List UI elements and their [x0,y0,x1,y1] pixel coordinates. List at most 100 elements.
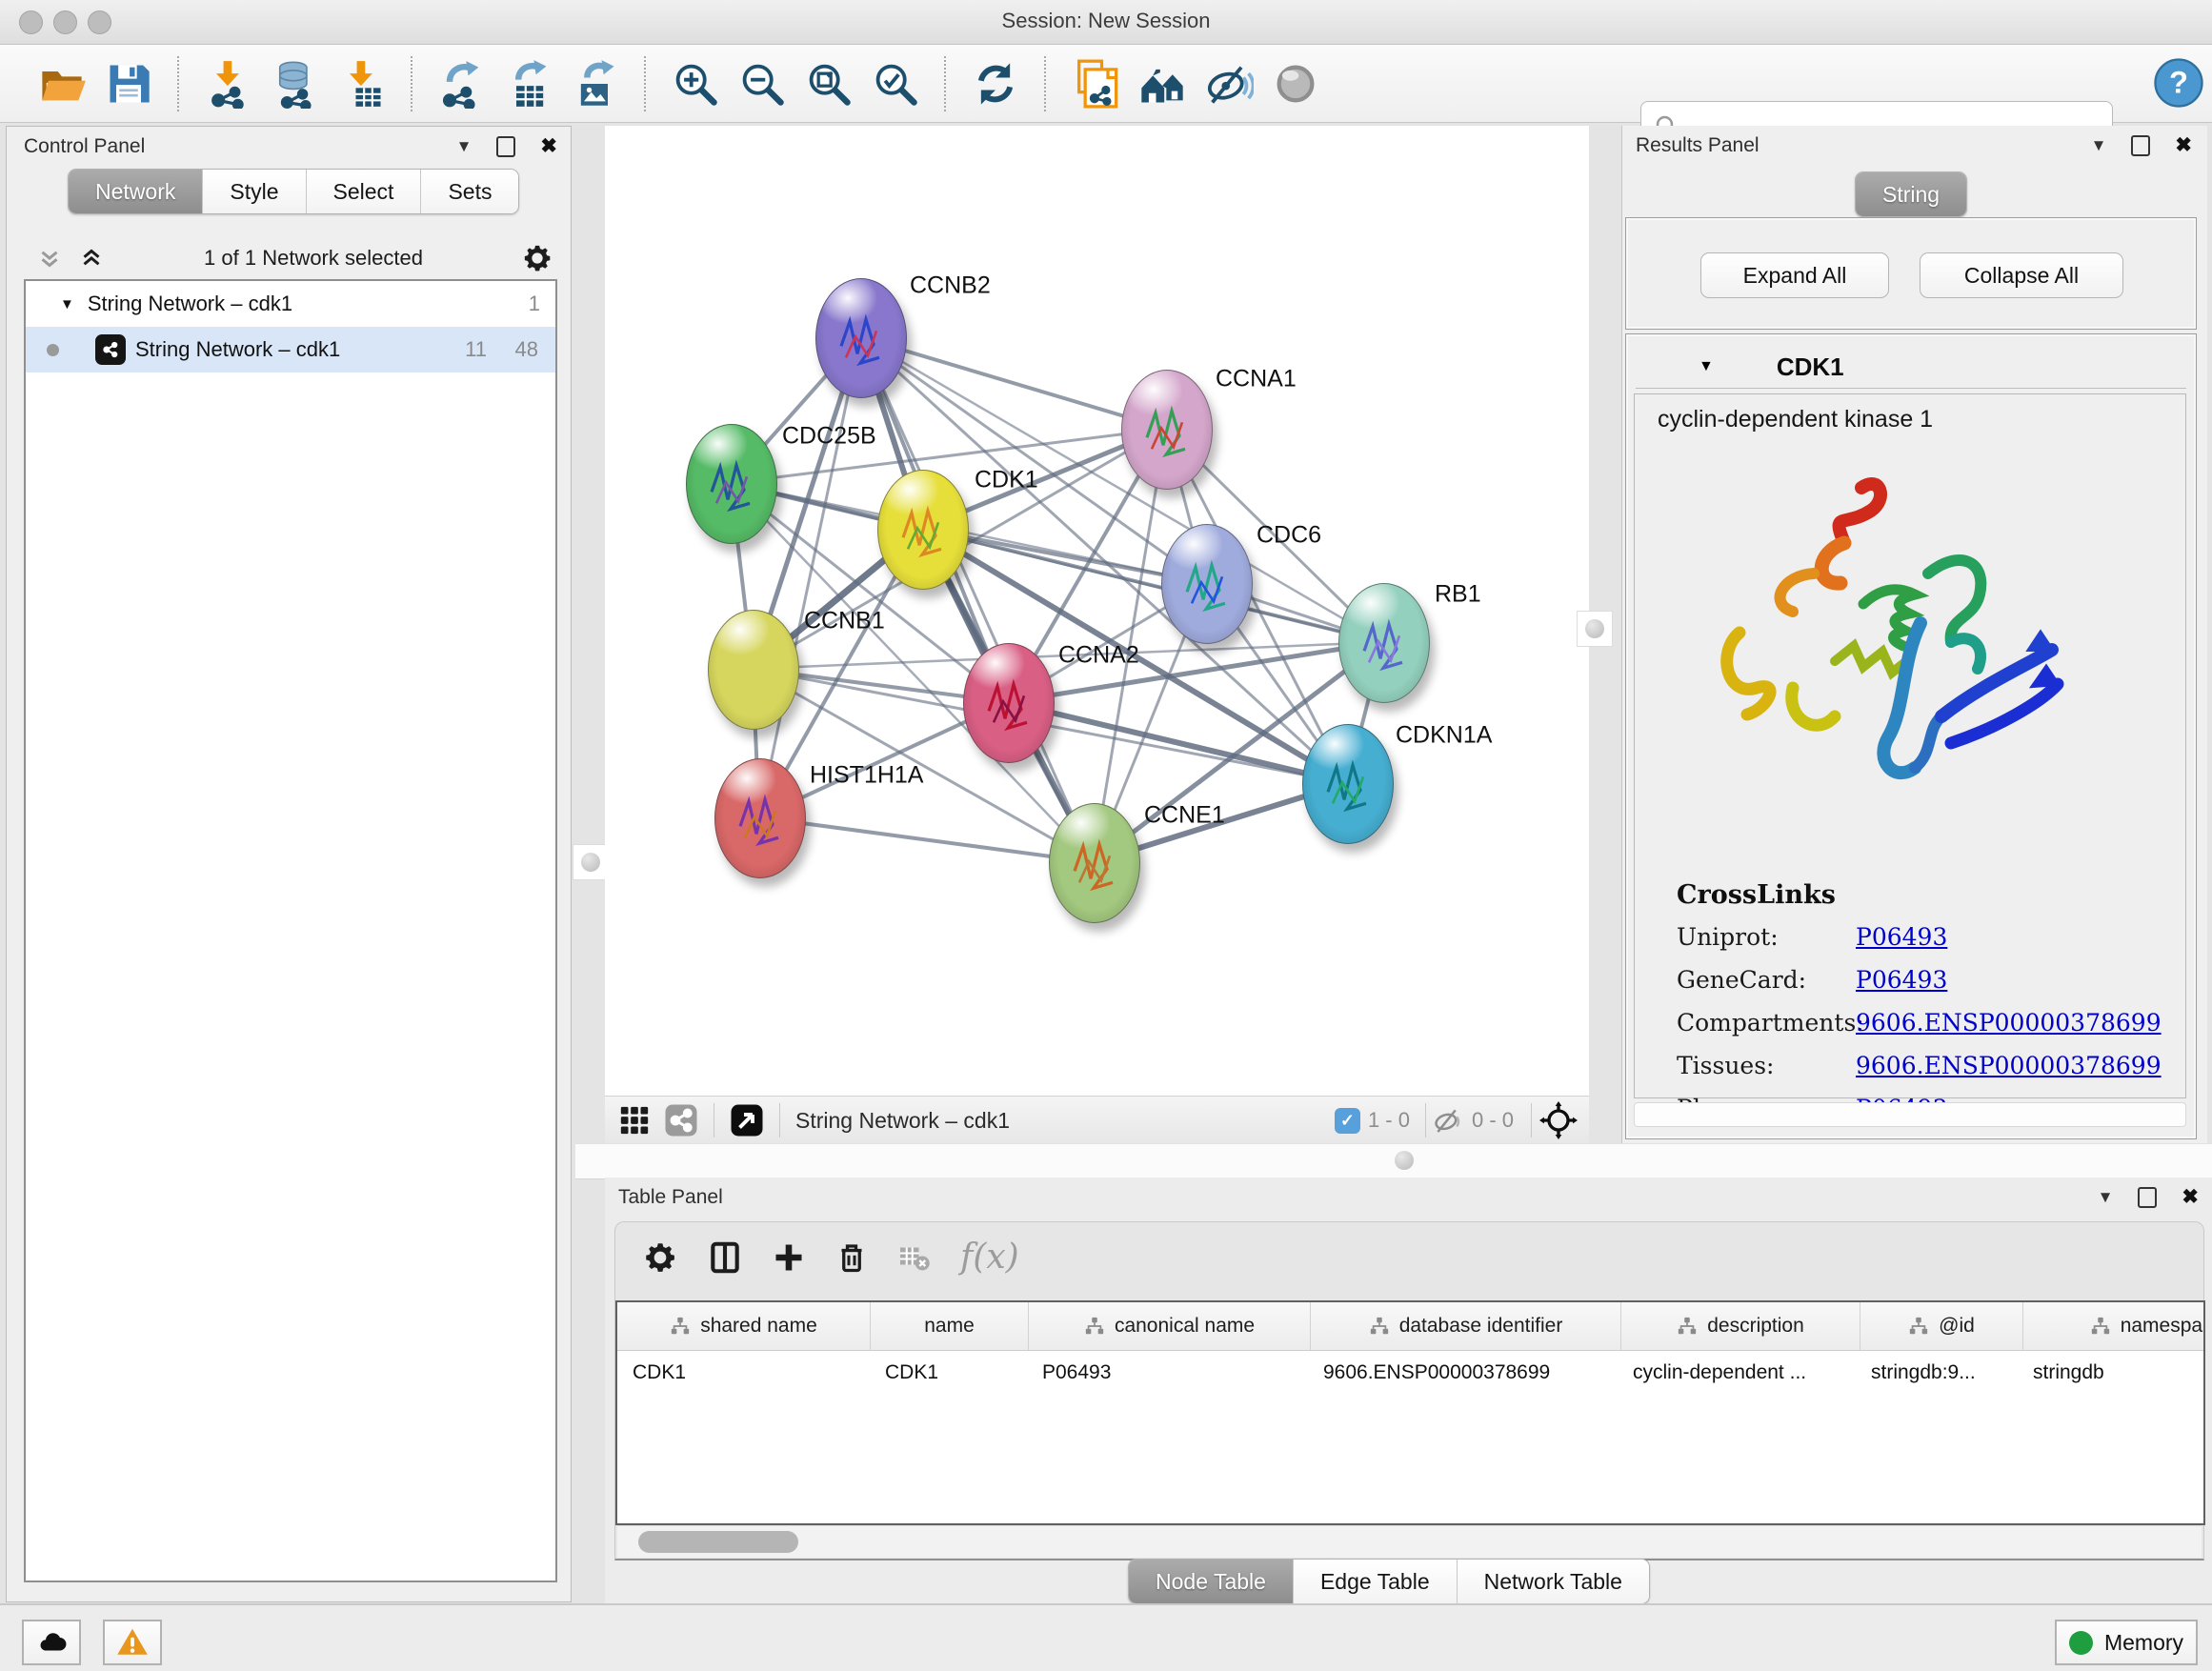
memory-button[interactable]: Memory [2055,1620,2198,1665]
crosslink-link[interactable]: 9606.ENSP00000378699 [1856,1052,2162,1079]
export-table-icon[interactable] [501,56,556,111]
tab-network[interactable]: Network [69,170,203,213]
tree-expander-icon[interactable]: ▼ [60,296,74,312]
panel-collapse-icon[interactable]: ▼ [2091,136,2107,155]
selected-checkbox-icon[interactable]: ✓ [1335,1108,1360,1134]
table-cell[interactable]: cyclin-dependent ... [1618,1361,1856,1384]
graph-node-CCNB1[interactable] [708,610,799,730]
table-scrollbar-thumb[interactable] [638,1531,798,1553]
open-session-icon[interactable] [34,56,90,111]
graph-node-RB1[interactable] [1338,583,1430,703]
table-cell[interactable]: CDK1 [870,1361,1027,1384]
gear-icon[interactable] [521,242,553,274]
panel-close-icon[interactable]: ✖ [540,134,557,158]
warning-button[interactable] [103,1620,162,1665]
panel-close-icon[interactable]: ✖ [2182,1185,2199,1209]
table-gear-icon[interactable] [642,1239,678,1276]
column-header-id[interactable]: @id [1860,1302,2023,1350]
export-image-icon[interactable] [568,56,623,111]
tab-network-table[interactable]: Network Table [1458,1560,1649,1603]
panel-close-icon[interactable]: ✖ [2175,133,2192,157]
horizontal-splitter-handle[interactable] [1395,1151,1414,1170]
save-session-icon[interactable] [101,56,156,111]
zoom-in-icon[interactable] [668,56,723,111]
birdseye-view-icon[interactable] [730,1103,764,1137]
string-style-icon[interactable] [664,1103,698,1137]
hidden-eye-icon[interactable] [1432,1104,1464,1137]
graph-node-CCNA1[interactable] [1121,370,1213,490]
network-collection-row[interactable]: ▼ String Network – cdk1 1 [26,281,555,327]
network-row-selected[interactable]: String Network – cdk1 11 48 [26,327,555,372]
panel-float-icon[interactable] [2131,135,2150,156]
panel-collapse-icon[interactable]: ▼ [2098,1188,2114,1207]
left-splitter-handle[interactable] [573,844,609,880]
import-network-from-file-icon[interactable] [201,56,256,111]
network-canvas[interactable]: CCNB2CCNA1CDC25BCDK1CDC6RB1CCNB1CCNA2CDK… [605,126,1589,1096]
results-scrollbar[interactable] [1634,1102,2186,1127]
tab-style[interactable]: Style [203,170,306,213]
panel-float-icon[interactable] [2138,1187,2157,1208]
tab-select[interactable]: Select [307,170,422,213]
column-type-icon [2090,1316,2111,1337]
column-header-canonicalname[interactable]: canonical name [1029,1302,1311,1350]
graph-node-CDK1[interactable] [877,470,969,590]
hide-selected-icon[interactable] [1201,56,1257,111]
column-header-databaseidentifier[interactable]: database identifier [1311,1302,1621,1350]
panel-float-icon[interactable] [496,136,515,157]
expand-all-button[interactable]: Expand All [1700,252,1889,298]
add-column-icon[interactable] [772,1240,806,1275]
export-network-icon[interactable] [434,56,490,111]
zoom-out-icon[interactable] [734,56,790,111]
right-splitter-handle[interactable] [1577,611,1613,647]
gene-entry-header[interactable]: ▼ CDK1 [1636,346,2186,389]
collapse-all-button[interactable]: Collapse All [1920,252,2123,298]
table-horizontal-scrollbar[interactable] [617,1525,2202,1558]
graph-node-CDC25B[interactable] [686,424,777,544]
graph-node-CDC6[interactable] [1161,524,1253,644]
table-row[interactable]: CDK1CDK1P064939606.ENSP00000378699cyclin… [617,1351,2203,1395]
graph-node-HIST1H1A[interactable] [714,758,806,878]
help-icon[interactable]: ? [2151,55,2206,111]
string-import-icon[interactable] [1068,56,1123,111]
column-header-description[interactable]: description [1621,1302,1860,1350]
cloud-button[interactable] [22,1620,81,1665]
refresh-view-icon[interactable] [968,56,1023,111]
zoom-selected-icon[interactable] [868,56,923,111]
graph-node-label-CCNE1: CCNE1 [1144,802,1225,830]
show-all-icon[interactable] [1268,56,1323,111]
delete-column-icon[interactable] [835,1240,869,1275]
tab-string[interactable]: String [1856,172,1966,216]
import-table-from-file-icon[interactable] [334,56,390,111]
crosslink-link[interactable]: P06493 [1856,923,1947,951]
horizontal-splitter[interactable] [575,1143,2212,1179]
zoom-fit-icon[interactable] [801,56,856,111]
expand-all-icon[interactable] [77,244,106,272]
table-cell[interactable]: 9606.ENSP00000378699 [1308,1361,1618,1384]
table-cell[interactable]: stringdb [2018,1361,2205,1384]
table-cell[interactable]: stringdb:9... [1856,1361,2018,1384]
panel-collapse-icon[interactable]: ▼ [456,137,473,156]
column-header-sharedname[interactable]: shared name [617,1302,871,1350]
table-cell[interactable]: P06493 [1027,1361,1308,1384]
table-cell[interactable]: CDK1 [617,1361,870,1384]
column-header-namespace[interactable]: namespace [2023,1302,2205,1350]
column-header-name[interactable]: name [871,1302,1029,1350]
tab-sets[interactable]: Sets [421,170,518,213]
crosshair-icon[interactable] [1539,1101,1578,1139]
entry-expander-icon[interactable]: ▼ [1699,358,1714,375]
collapse-all-icon[interactable] [35,244,64,272]
graph-node-CCNE1[interactable] [1049,803,1140,923]
graph-node-CCNA2[interactable] [963,643,1055,763]
tab-edge-table[interactable]: Edge Table [1294,1560,1458,1603]
protein-thumbnail [1357,613,1412,681]
graph-node-CCNB2[interactable] [815,278,907,398]
import-network-from-database-icon[interactable] [268,56,323,111]
crosslink-link[interactable]: 9606.ENSP00000378699 [1856,1009,2162,1037]
show-columns-icon[interactable] [707,1239,743,1276]
graph-node-CDKN1A[interactable] [1302,724,1394,844]
tab-node-table[interactable]: Node Table [1129,1560,1294,1603]
grid-view-icon[interactable] [618,1104,651,1137]
crosslink-link[interactable]: P06493 [1856,966,1947,994]
houses-icon[interactable] [1135,56,1190,111]
crosslink-row: Tissues:9606.ENSP00000378699 [1677,1052,2172,1079]
